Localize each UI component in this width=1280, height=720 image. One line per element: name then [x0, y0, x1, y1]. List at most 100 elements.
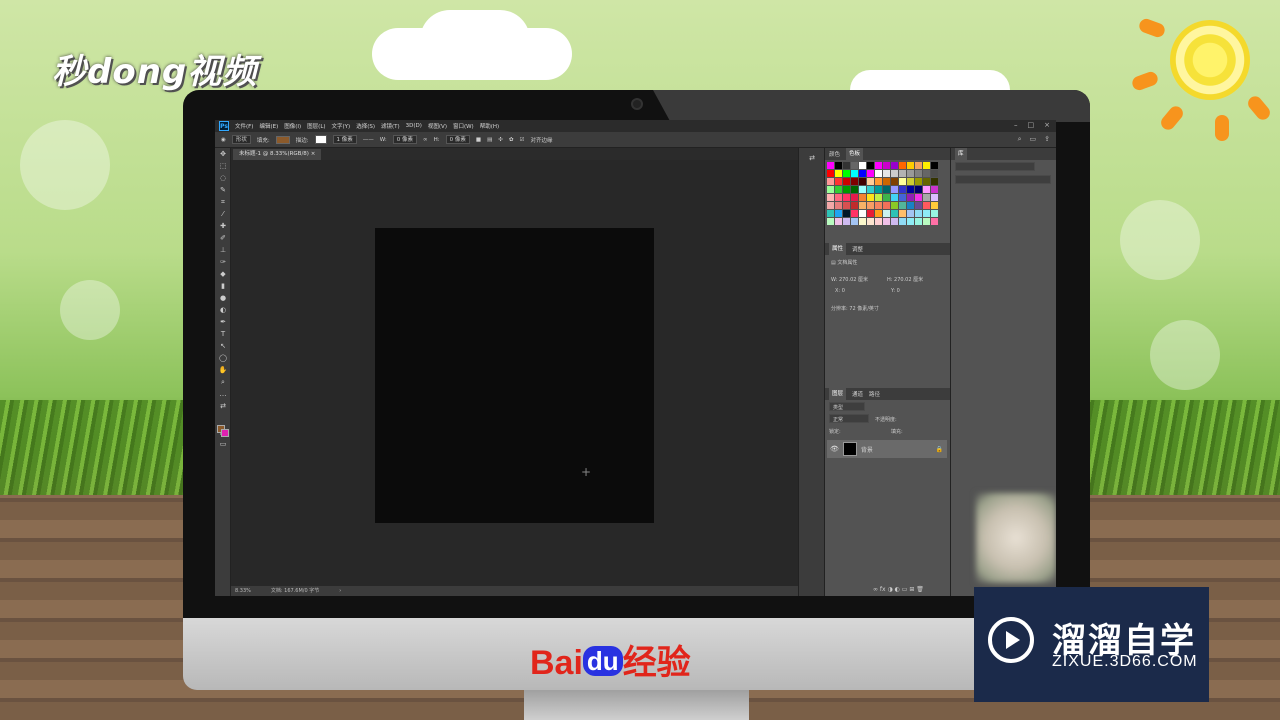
share-icon[interactable]: ⇪: [1044, 135, 1050, 144]
color-swatch[interactable]: [843, 218, 850, 225]
color-swatch[interactable]: [867, 194, 874, 201]
link-icon[interactable]: ∞: [423, 137, 428, 143]
color-swatch[interactable]: [867, 178, 874, 185]
color-swatch[interactable]: [867, 186, 874, 193]
color-swatch[interactable]: [859, 178, 866, 185]
library-search-input[interactable]: [955, 175, 1051, 184]
close-tab-icon[interactable]: ×: [311, 151, 316, 157]
color-swatch[interactable]: [843, 210, 850, 217]
color-swatch[interactable]: [899, 162, 906, 169]
color-swatch[interactable]: [835, 162, 842, 169]
color-swatch[interactable]: [835, 202, 842, 209]
color-swatch[interactable]: [827, 178, 834, 185]
color-swatch[interactable]: [843, 170, 850, 177]
brush-tool-icon[interactable]: ✐: [215, 232, 231, 244]
color-swatch[interactable]: [883, 194, 890, 201]
eye-icon[interactable]: 👁: [830, 445, 839, 453]
color-swatch[interactable]: [931, 162, 938, 169]
color-swatch[interactable]: [859, 202, 866, 209]
tab-swatches[interactable]: 色板: [846, 148, 864, 160]
tab-properties[interactable]: 属性: [829, 243, 847, 255]
color-swatch[interactable]: [835, 186, 842, 193]
color-swatch[interactable]: [923, 162, 930, 169]
layer-row[interactable]: 👁 背景 🔒: [827, 440, 947, 458]
color-swatch[interactable]: [867, 218, 874, 225]
marquee-tool-icon[interactable]: ⬚: [215, 160, 231, 172]
color-swatch[interactable]: [923, 186, 930, 193]
color-swatch[interactable]: [859, 194, 866, 201]
tool-preset-icon[interactable]: ◉: [221, 137, 226, 143]
color-swatch[interactable]: [851, 170, 858, 177]
color-swatch[interactable]: [859, 186, 866, 193]
color-swatch[interactable]: [883, 202, 890, 209]
color-swatch[interactable]: [835, 178, 842, 185]
color-swatch[interactable]: [875, 178, 882, 185]
screen-mode-icon[interactable]: ▭: [215, 438, 231, 450]
color-swatch[interactable]: [843, 186, 850, 193]
eyedropper-tool-icon[interactable]: ⁄: [215, 208, 231, 220]
crop-tool-icon[interactable]: ⌗: [215, 196, 231, 208]
hand-tool-icon[interactable]: ✋: [215, 364, 231, 376]
color-swatch[interactable]: [915, 178, 922, 185]
search-icon[interactable]: ⌕: [1018, 135, 1022, 144]
color-swatch[interactable]: [843, 202, 850, 209]
color-swatch[interactable]: [899, 194, 906, 201]
color-swatch[interactable]: [875, 210, 882, 217]
color-swatch[interactable]: [931, 194, 938, 201]
color-swatch[interactable]: [899, 202, 906, 209]
status-arrow-icon[interactable]: ›: [339, 586, 341, 596]
maximize-icon[interactable]: □: [1028, 121, 1035, 129]
lasso-tool-icon[interactable]: ◌: [215, 172, 231, 184]
pen-tool-icon[interactable]: ✒: [215, 316, 231, 328]
lock-icon[interactable]: 🔒: [936, 446, 943, 453]
color-swatch[interactable]: [867, 162, 874, 169]
path-arrange-icon[interactable]: ✣: [498, 137, 503, 143]
workspace-icon[interactable]: ▭: [1030, 135, 1037, 144]
menu-image[interactable]: 图像(I): [284, 122, 301, 130]
color-swatch[interactable]: [931, 218, 938, 225]
gradient-tool-icon[interactable]: ▮: [215, 280, 231, 292]
color-swatch[interactable]: [899, 218, 906, 225]
color-swatch[interactable]: [907, 170, 914, 177]
height-value[interactable]: 270.02 厘米: [894, 277, 923, 283]
color-swatch[interactable]: [843, 162, 850, 169]
fill-swatch[interactable]: [275, 135, 290, 144]
color-swatch[interactable]: [899, 178, 906, 185]
color-swatch[interactable]: [883, 210, 890, 217]
color-swatch[interactable]: [883, 178, 890, 185]
tab-adjustments[interactable]: 调整: [852, 245, 863, 253]
color-swatch[interactable]: [851, 162, 858, 169]
menu-type[interactable]: 文字(Y): [332, 122, 351, 130]
background-color[interactable]: [221, 429, 229, 437]
color-swatch[interactable]: [891, 162, 898, 169]
tab-library[interactable]: 库: [955, 148, 967, 160]
tab-channels[interactable]: 通道: [852, 390, 863, 398]
blur-tool-icon[interactable]: ●: [215, 292, 231, 304]
color-swatch[interactable]: [883, 218, 890, 225]
color-swatch[interactable]: [827, 218, 834, 225]
color-swatch[interactable]: [891, 194, 898, 201]
zoom-level[interactable]: 8.33%: [235, 586, 251, 596]
color-swatch[interactable]: [827, 162, 834, 169]
color-swatch[interactable]: [907, 202, 914, 209]
color-swatch[interactable]: [923, 170, 930, 177]
layer-kind-filter[interactable]: 类型: [829, 402, 865, 411]
color-swatch[interactable]: [875, 202, 882, 209]
color-swatch[interactable]: [875, 194, 882, 201]
color-swatch[interactable]: [915, 162, 922, 169]
color-swatch[interactable]: [835, 210, 842, 217]
color-swatch[interactable]: [851, 178, 858, 185]
color-swatch[interactable]: [891, 202, 898, 209]
color-swatch[interactable]: [931, 178, 938, 185]
history-brush-icon[interactable]: ✑: [215, 256, 231, 268]
menu-edit[interactable]: 编辑(E): [259, 122, 278, 130]
minimize-icon[interactable]: –: [1014, 121, 1018, 129]
color-swatch[interactable]: [827, 186, 834, 193]
layer-footer-icons[interactable]: ∞ fx ◑ ◐ ▭ ⊞ 🗑: [873, 586, 924, 593]
path-ops-icon[interactable]: ■: [476, 137, 481, 143]
color-swatch[interactable]: [891, 170, 898, 177]
document-canvas[interactable]: [375, 228, 654, 523]
tab-color[interactable]: 颜色: [829, 150, 840, 158]
color-swatch[interactable]: [835, 170, 842, 177]
color-swatch[interactable]: [899, 170, 906, 177]
